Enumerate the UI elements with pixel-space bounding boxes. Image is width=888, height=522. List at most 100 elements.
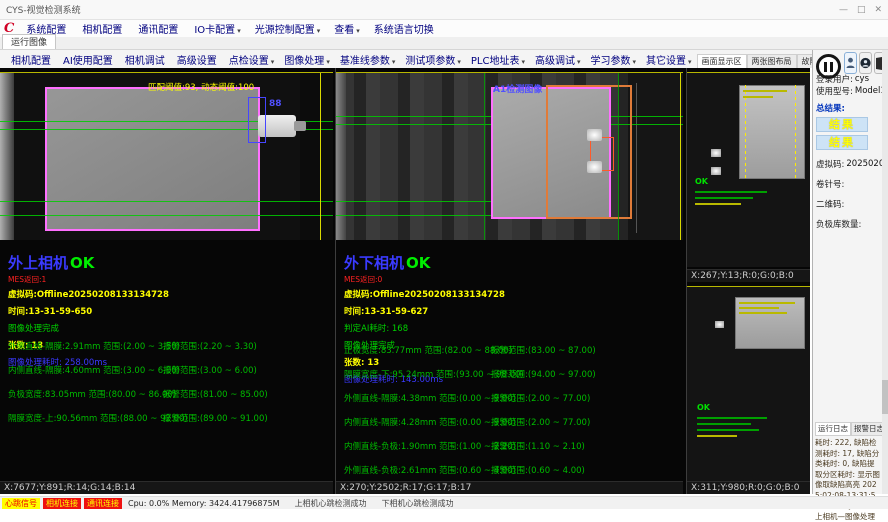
user-login-button[interactable] [844,52,857,74]
log-tabs: 运行日志 报警日志 错误日志 [815,422,880,436]
chevron-down-icon: ▾ [392,58,396,66]
control-panel: 登录用户:cys 使用型号:Model1 总结果: 结果 结果 虚拟码:2025… [812,50,888,494]
chevron-down-icon: ▾ [326,58,330,66]
qr-label: 二维码: [816,198,844,210]
tab-run-image[interactable]: 运行图像 [2,34,56,49]
camera-name: 外下相机 [344,254,404,272]
tool-advanced-debug[interactable]: 高级调试▾ [530,52,586,67]
image-overlay-label: A1检测图像 [493,82,542,95]
tool-advanced-settings[interactable]: 高级设置 [172,52,224,67]
menu-label: 查看 [334,25,354,36]
measure-value: 隔膜宽度-上:90.56mm 范围:(88.00 ~ 92.00) [8,412,188,424]
measurement-row: 隔膜宽度-上:90.56mm 范围:(88.00 ~ 92.00)报警范围:(8… [0,412,333,436]
tool-label: PLC地址表 [471,56,520,67]
status-bar: 心跳信号 相机连接 通讯连接 Cpu: 0.0% Memory: 3424.41… [0,496,888,509]
tool-baseline-params[interactable]: 基准线参数▾ [335,52,401,67]
tool-label: 高级调试 [535,56,575,67]
capture-time: 时间:13-31-59-650 [8,305,169,317]
title-bar: CYS-视觉检测系统 — □ ✕ [0,0,888,20]
thumbnail-camera-2[interactable]: OK [687,286,810,481]
app-window: CYS-视觉检测系统 — □ ✕ C 系统配置 相机配置 通讯配置 IO卡配置▾… [0,0,888,522]
alarm-range: 报警范围:(89.00 ~ 91.00) [163,412,268,424]
window-controls: — □ ✕ [839,5,882,15]
stock-row: 负极库数量: [816,218,885,230]
virtual-code-row: 虚拟码:20250208 [816,158,885,170]
alarm-range: 报警范围:(94.00 ~ 97.00) [491,368,596,380]
measurement-row: 正极宽度:83.77mm 范围:(82.00 ~ 88.00)报警范围:(83.… [336,344,683,368]
maximize-icon[interactable]: □ [857,5,866,15]
thumb-text-bar [697,435,737,437]
capture-time: 时间:13-31-59-627 [344,305,505,317]
menu-io-config[interactable]: IO卡配置▾ [187,21,247,36]
tool-label: 其它设置 [646,56,686,67]
guide-line-green [336,215,491,216]
camera-image-lower[interactable]: A1检测图像 [336,72,683,240]
roi-blue-label: 88 [269,99,282,109]
panel-scrollbar[interactable] [882,50,888,494]
menu-camera-config[interactable]: 相机配置 [75,21,131,36]
thumbnail-camera-1[interactable]: OK [687,72,810,267]
scrollbar-thumb[interactable] [882,380,888,414]
model-label: 使用型号: [816,85,853,97]
tool-camera-config[interactable]: 相机配置 [6,52,58,67]
measurement-row: 内侧直线-负极:1.90mm 范围:(1.00 ~ 2.20)报警范围:(1.1… [336,440,683,464]
guide-line-green-v [618,73,619,240]
thumb-text-bar [739,307,779,309]
ok-status: OK [70,254,94,272]
thumb-ok-status: OK [695,177,708,186]
measure-value: 正极宽度:83.77mm 范围:(82.00 ~ 88.00) [344,344,512,356]
measurement-row: 外侧直线-隔膜:4.38mm 范围:(0.00 ~ 9.00)报警范围:(2.0… [336,392,683,416]
session-fields: 登录用户:cys 使用型号:Model1 总结果: 结果 结果 虚拟码:2025… [816,73,885,230]
toolbar: 相机配置 AI使用配置 相机调试 高级设置 点检设置▾ 图像处理▾ 基准线参数▾… [0,50,812,68]
measure-value: 负极宽度:83.05mm 范围:(80.00 ~ 86.00) [8,388,176,400]
mini-tab-two-layout[interactable]: 两张图布局 [747,54,797,68]
tool-camera-debug[interactable]: 相机调试 [120,52,172,67]
tool-other-settings[interactable]: 其它设置▾ [641,52,697,67]
thumb-text-bar [697,423,751,425]
tool-plc-address[interactable]: PLC地址表▾ [466,52,530,67]
log-tab-run[interactable]: 运行日志 [815,422,851,436]
needle-label: 卷针号: [816,178,844,190]
window-title: CYS-视觉检测系统 [6,3,81,16]
roi-rect-pink [45,87,260,231]
tool-test-params[interactable]: 测试项参数▾ [400,52,466,67]
camera-result-title: 外上相机OK [8,252,169,273]
virtual-code: 虚拟码:Offline20250208133134728 [8,288,169,300]
tool-image-process[interactable]: 图像处理▾ [279,52,335,67]
tool-label: 高级设置 [177,56,217,67]
chevron-down-icon: ▾ [521,58,525,66]
highlight-spot [711,167,721,175]
thumb-text-bar [739,302,795,304]
minimize-icon[interactable]: — [839,5,848,15]
alarm-range: 报警范围:(2.20 ~ 3.30) [163,340,257,352]
menu-light-config[interactable]: 光源控制配置▾ [248,21,328,36]
camera-name: 外上相机 [8,254,68,272]
alarm-range: 报警范围:(2.00 ~ 77.00) [491,416,590,428]
tool-learning-params[interactable]: 学习参数▾ [585,52,641,67]
chevron-down-icon: ▾ [237,27,241,35]
menu-view[interactable]: 查看▾ [327,21,367,36]
thumbnail-column: OK X:267;Y:13;R:0;G:0;B:0 OK X:311;Y:980… [686,68,810,494]
thumb-roi-block [735,297,805,349]
tool-ai-config[interactable]: AI使用配置 [58,52,120,67]
alarm-range: 报警范围:(0.60 ~ 4.00) [491,464,585,476]
guide-line-green [0,201,333,202]
tool-label: AI使用配置 [63,56,113,67]
roi-rect-orange [546,85,632,219]
menu-language-switch[interactable]: 系统语言切换 [367,21,443,36]
camera-result-title: 外下相机OK [344,252,505,273]
avatar-button[interactable] [859,52,872,74]
tool-spot-check[interactable]: 点检设置▾ [224,52,280,67]
camera-image-upper[interactable]: 88 匹配阈值:93, 动态阈值:100 [0,72,333,240]
menu-comm-config[interactable]: 通讯配置 [131,21,187,36]
thumb-text-bar [695,191,767,193]
mini-tab-display[interactable]: 画面显示区 [697,54,747,68]
thumb-guide-yellow [745,85,746,179]
thumb-text-bar [695,203,741,205]
tool-label: 测试项参数 [405,56,455,67]
process-done-text: 图像处理完成 [8,322,169,334]
measurement-rows-upper: 外侧直线-隔膜:2.91mm 范围:(2.00 ~ 3.50)报警范围:(2.2… [0,340,333,436]
heartbeat-badge: 心跳信号 [2,498,40,509]
close-icon[interactable]: ✕ [874,5,882,15]
pixel-coord-readout-upper: X:7677;Y:891;R:14;G:14;B:14 [0,481,333,494]
